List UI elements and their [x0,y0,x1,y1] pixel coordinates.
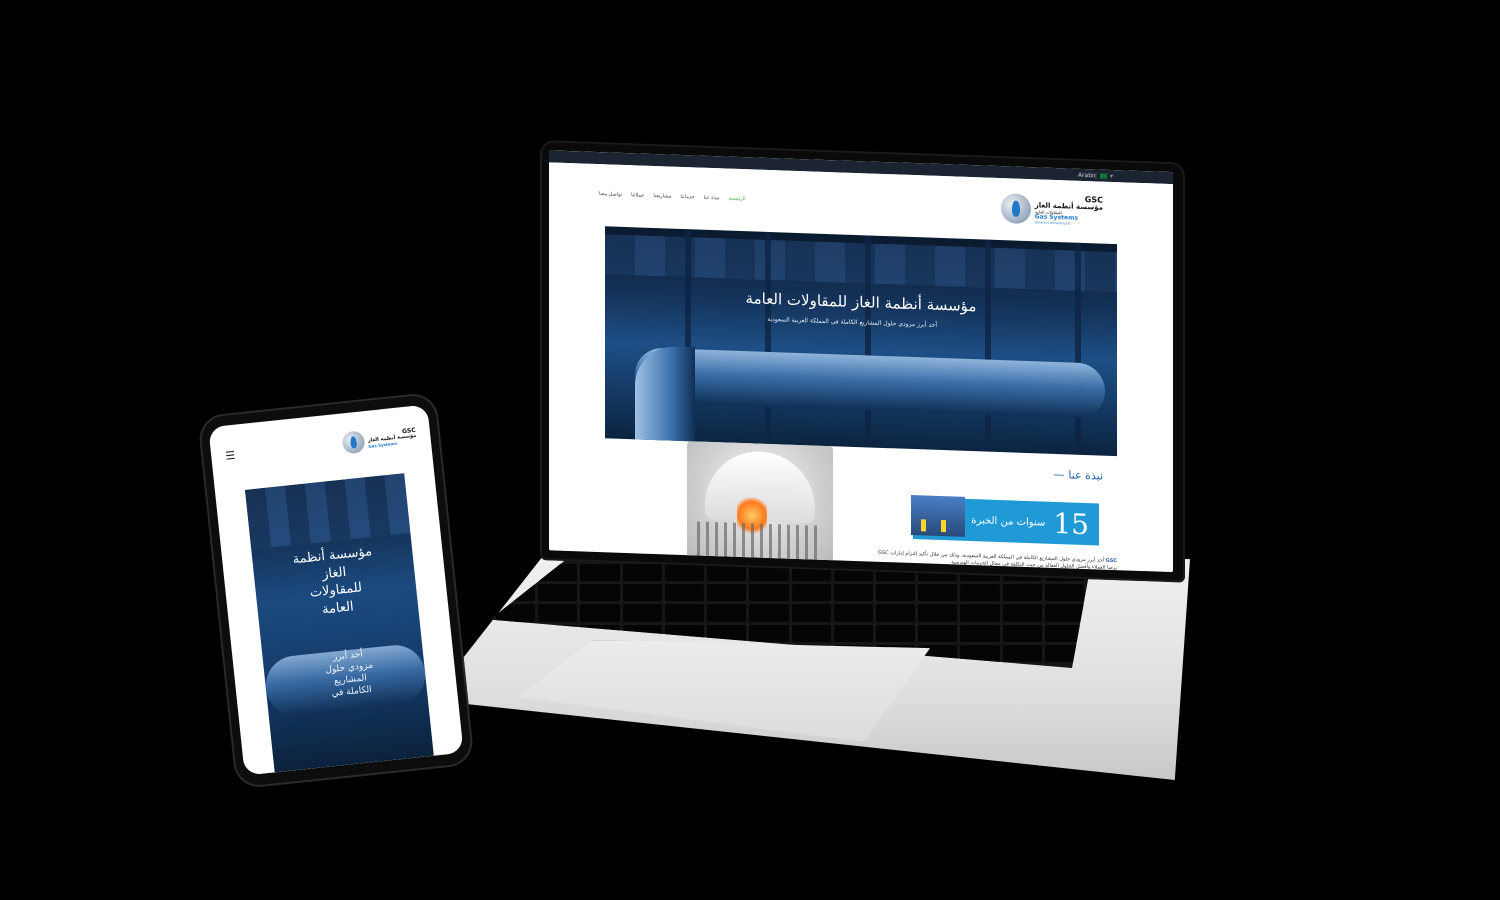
keyboard-key [664,604,705,622]
hero-beam [1075,242,1081,455]
flame-logo-icon [341,430,366,455]
keyboard-key [538,584,578,602]
keyboard-key [960,584,1000,602]
keyboard-key [622,604,662,622]
phone-screen: ☰ GSC مؤسسة أنظمة الغاز Gas Systems مؤسس… [208,404,464,776]
hero-pipe [635,347,1105,419]
hero-beam [865,235,871,448]
nav-item-projects[interactable]: مشاريعنا [653,193,671,200]
keyboard-key [791,624,831,642]
phone-hero-subtitle: أحد أبرز مزودي حلول المشاريع الكاملة في [324,649,374,700]
keyboard-key [580,564,620,582]
keyboard-key [960,624,1000,642]
keyboard-key [749,604,789,622]
about-text: أحد أبرز مزودي حلول المشاريع الكاملة في … [878,549,1117,572]
language-label[interactable]: Arabic [1078,171,1097,179]
laptop-screen: Arabic ▾ الرئيسية نبذة عنا خدماتنا مشاري… [549,150,1173,573]
refinery-silhouette [697,521,823,566]
saudi-flag-icon [1099,173,1107,179]
keyboard-key [1002,644,1042,662]
keyboard-key [918,604,958,622]
about-heading-text: نبذة عنا [1068,468,1103,483]
keyboard-key [664,564,705,582]
keyboard-key [538,604,578,622]
laptop-lid: Arabic ▾ الرئيسية نبذة عنا خدماتنا مشاري… [540,140,1185,583]
flame-logo-icon [1000,193,1031,225]
nav-item-about[interactable]: نبذة عنا [704,195,720,202]
keyboard-key [875,584,916,602]
keyboard-key [749,584,789,602]
keyboard-key [622,564,662,582]
nav-item-services[interactable]: خدماتنا [680,194,694,201]
keyboard-key [664,584,705,602]
keyboard-key [1002,624,1042,642]
keyboard-key [496,604,536,622]
hamburger-menu-icon[interactable]: ☰ [225,448,236,462]
phone-hero-banner: مؤسسة أنظمة الغاز للمقاولات العامة أحد أ… [244,473,434,773]
years-label: سنوات من الخبرة [971,514,1046,529]
main-nav: الرئيسية نبذة عنا خدماتنا مشاريعنا عملائ… [599,191,746,202]
keyboard-key [791,604,831,622]
keyboard-key [918,624,958,642]
phone-brand-logo[interactable]: GSC مؤسسة أنظمة الغاز Gas Systems [341,425,418,455]
hero-beam [765,231,771,445]
keyboard-key [707,584,747,602]
nav-item-contact[interactable]: تواصل معنا [599,191,622,198]
keyboard-key [1044,584,1084,602]
hero-pipe-elbow [635,345,695,443]
brand-logo[interactable]: GSC مؤسسة أنظمة الغاز للمقاولات العامة G… [1000,193,1103,227]
keyboard-key [833,624,873,642]
workers-thumbnail [911,494,965,537]
hero-banner: مؤسسة أنظمة الغاز للمقاولات العامة أحد أ… [605,226,1117,457]
keyboard-key [791,584,831,602]
years-experience-badge: 15 سنوات من الخبرة [911,494,1099,546]
phone-device: ☰ GSC مؤسسة أنظمة الغاز Gas Systems مؤسس… [197,391,475,790]
worker-figure [941,520,946,533]
keyboard-key [580,584,620,602]
keyboard-key [875,604,916,622]
hero-title: مؤسسة أنظمة الغاز للمقاولات العامة [745,289,977,316]
keyboard-key [1002,584,1042,602]
about-section: نبذة عنا— 15 سنوات من الخبرة GSC أحد أبر… [549,436,1173,572]
engineer-helmet-image [687,441,833,567]
keyboard-key [960,604,1000,622]
nav-item-clients[interactable]: عملائنا [631,192,644,198]
keyboard-key [1002,604,1042,622]
keyboard-key [1044,604,1084,622]
phone-hero-ducts [244,473,411,550]
years-number: 15 [1053,506,1089,541]
keyboard-key [875,624,916,642]
language-switcher[interactable]: Arabic ▾ [1078,171,1113,179]
phone-hero-title: مؤسسة أنظمة الغاز للمقاولات العامة [291,544,373,618]
keyboard-key [622,584,662,602]
about-heading: نبذة عنا— [1053,468,1103,483]
keyboard-key [918,584,958,602]
heading-dash: — [1053,467,1065,482]
keyboard-key [833,584,873,602]
about-paragraph: GSC أحد أبرز مزودي حلول المشاريع الكاملة… [867,549,1117,572]
hero-subtitle: أحد أبرز مزودي حلول المشاريع الكاملة في … [767,315,937,329]
hero-ducts [605,234,1117,293]
hero-beam [985,239,991,452]
keyboard-key [833,604,873,622]
keyboard-key [749,624,789,642]
keyboard-key [707,604,747,622]
about-gsc-prefix: GSC [1105,557,1117,565]
chevron-down-icon: ▾ [1109,172,1113,180]
worker-figure [921,519,926,532]
keyboard-key [580,604,620,622]
nav-item-home[interactable]: الرئيسية [728,196,745,203]
